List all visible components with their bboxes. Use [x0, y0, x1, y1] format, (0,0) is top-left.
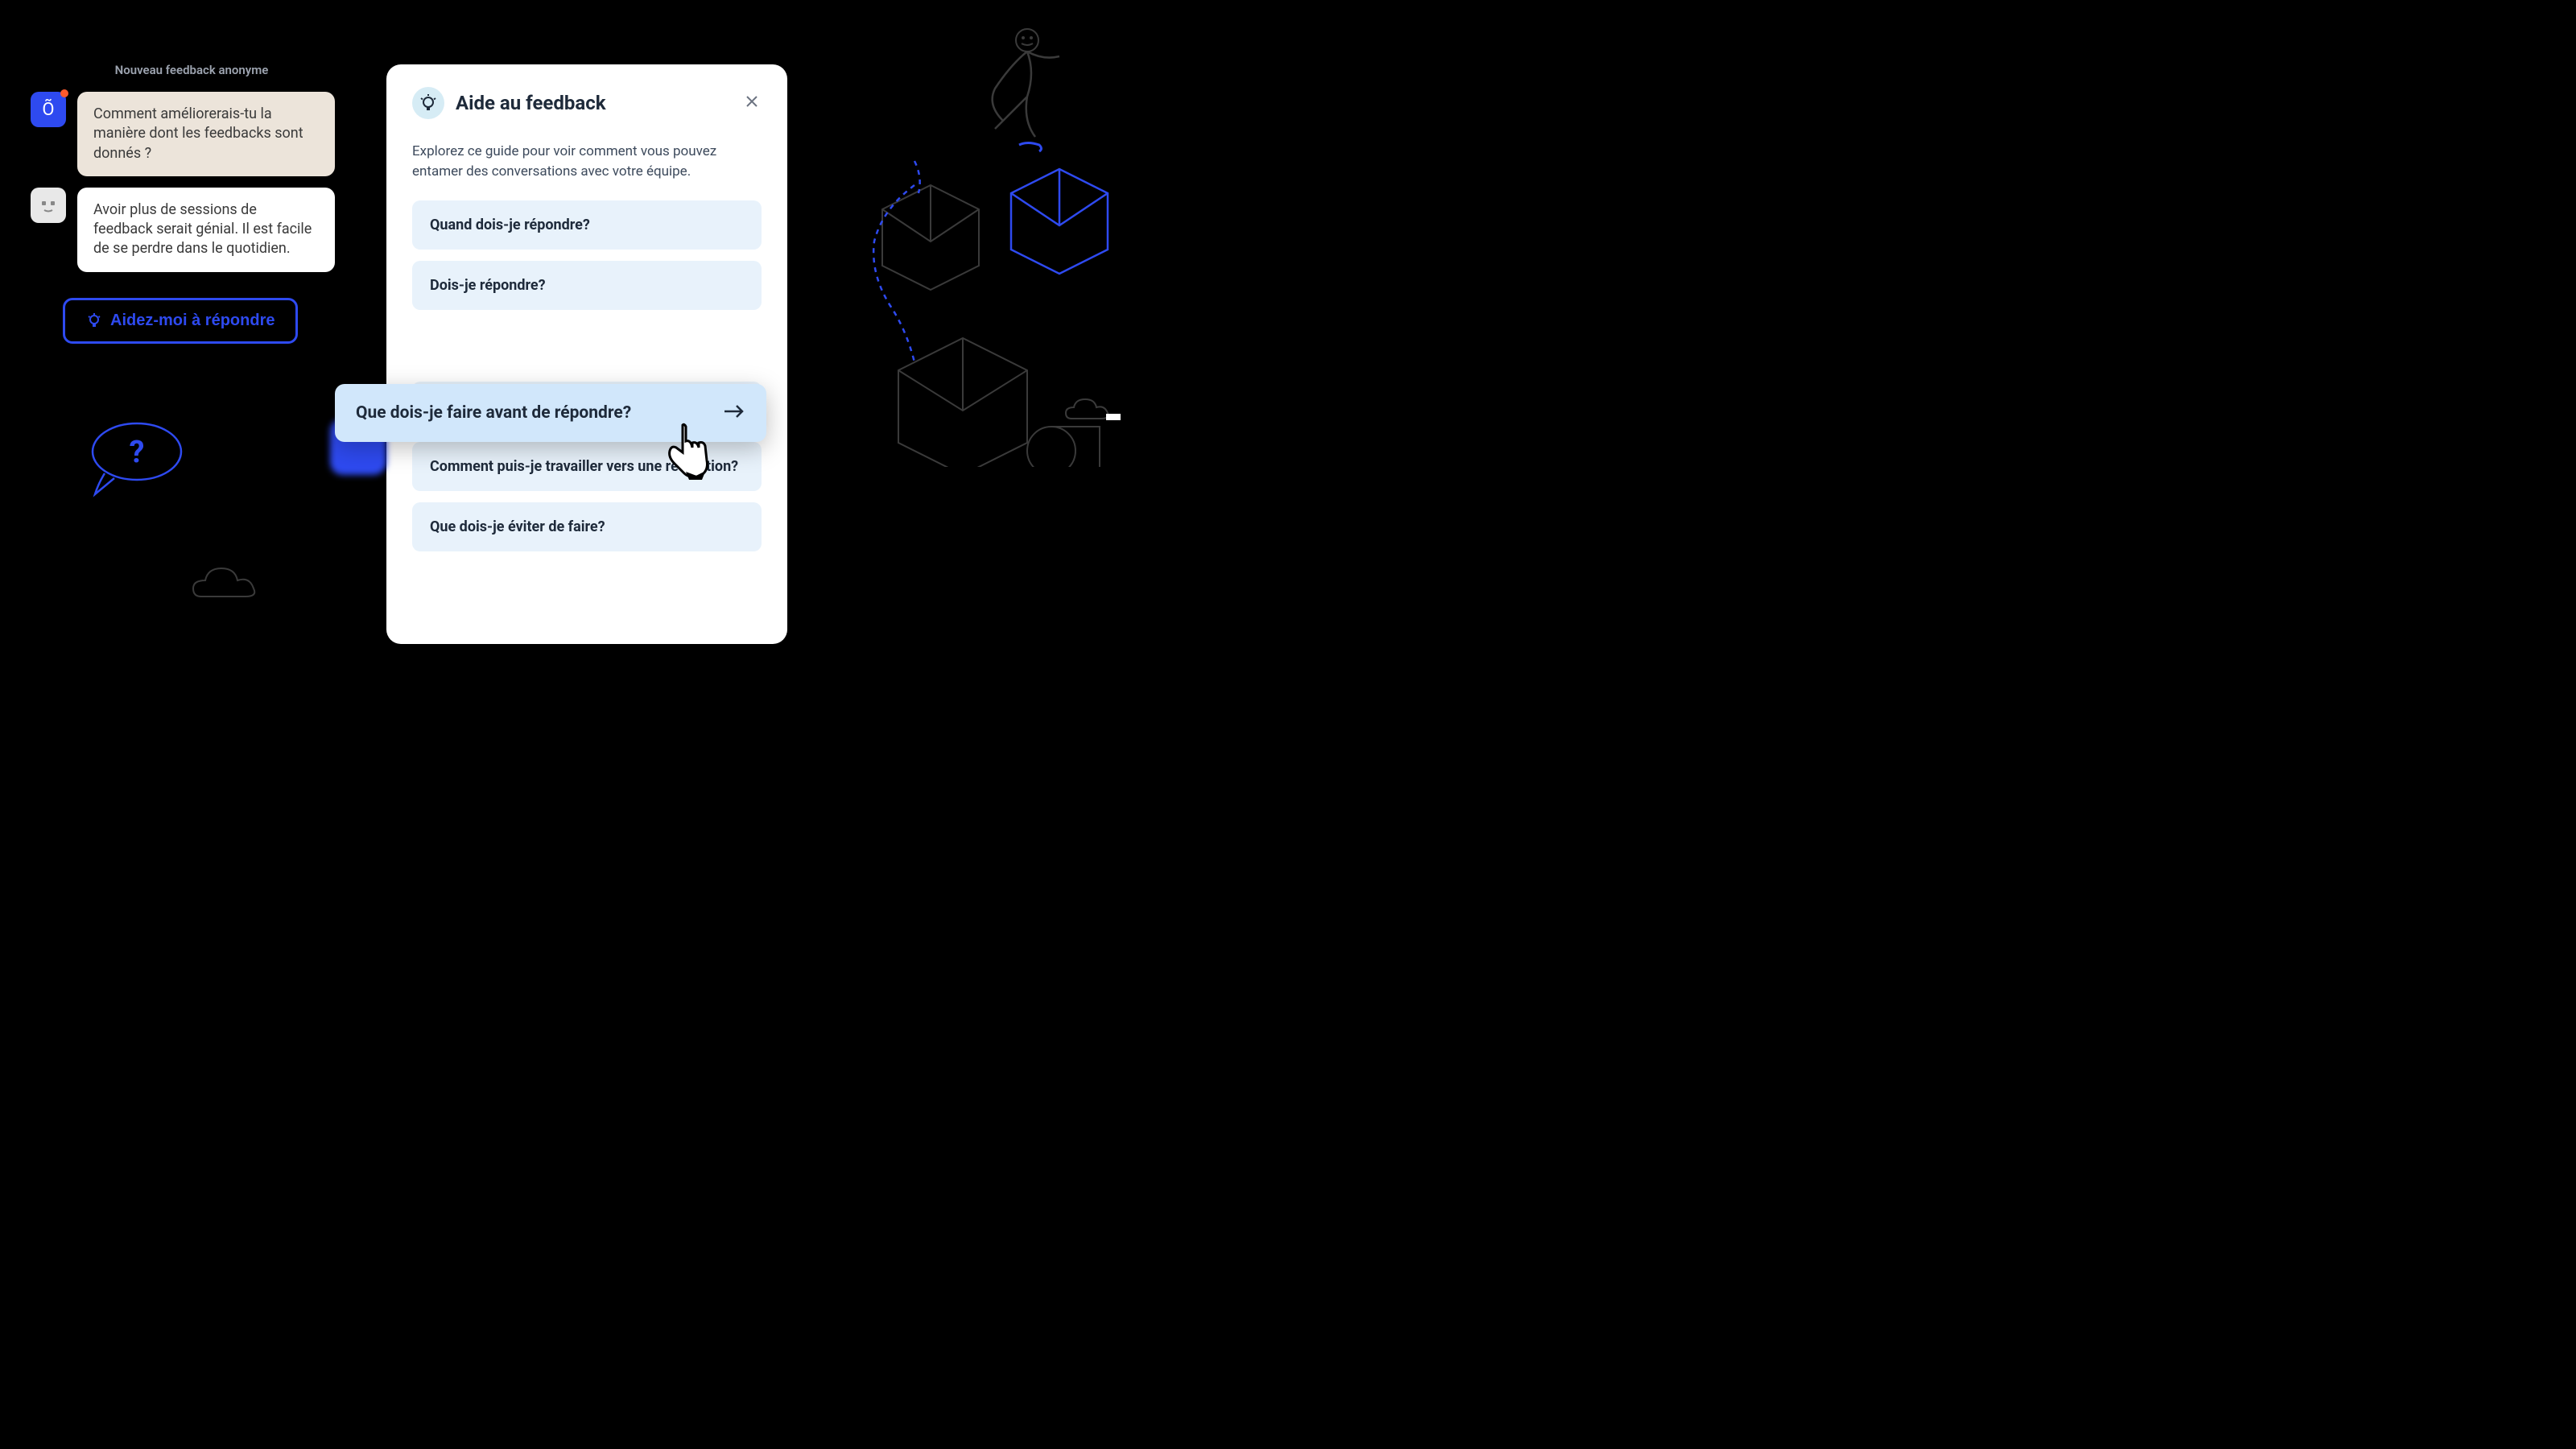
cursor-pointer-icon	[660, 419, 716, 483]
question-bubble-illustration: ?	[80, 415, 193, 504]
arrow-right-icon	[723, 402, 745, 424]
runner-illustration	[866, 16, 1092, 161]
svg-text:?: ?	[130, 435, 145, 470]
question-item-when[interactable]: Quand dois-je répondre?	[412, 200, 762, 250]
chat-header: Nouveau feedback anonyme	[31, 63, 353, 77]
chat-panel: Nouveau feedback anonyme Õ Comment améli…	[31, 63, 353, 344]
lightbulb-icon	[86, 312, 102, 328]
close-icon	[745, 95, 758, 108]
question-item-should[interactable]: Dois-je répondre?	[412, 261, 762, 310]
chat-message-row-1: Õ Comment améliorerais-tu la manière don…	[31, 92, 353, 176]
question-bubble: Comment améliorerais-tu la manière dont …	[77, 92, 335, 176]
modal-title: Aide au feedback	[456, 92, 731, 114]
feedback-bubble: Avoir plus de sessions de feedback serai…	[77, 188, 335, 272]
app-avatar: Õ	[31, 92, 66, 127]
question-list: Quand dois-je répondre? Dois-je répondre…	[412, 200, 762, 551]
anonymous-avatar	[31, 188, 66, 223]
cubes-illustration	[802, 145, 1124, 467]
question-item-avoid[interactable]: Que dois-je éviter de faire?	[412, 502, 762, 551]
chat-message-row-2: Avoir plus de sessions de feedback serai…	[31, 188, 353, 272]
feedback-help-modal: Aide au feedback Explorez ce guide pour …	[386, 64, 787, 644]
modal-header: Aide au feedback	[412, 87, 762, 119]
cloud-illustration-right	[1059, 394, 1124, 427]
modal-description: Explorez ce guide pour voir comment vous…	[412, 142, 762, 181]
cloud-illustration-left	[185, 560, 282, 609]
modal-lightbulb-icon	[412, 87, 444, 119]
help-me-respond-button[interactable]: Aidez-moi à répondre	[63, 298, 298, 344]
close-button[interactable]	[742, 92, 762, 115]
